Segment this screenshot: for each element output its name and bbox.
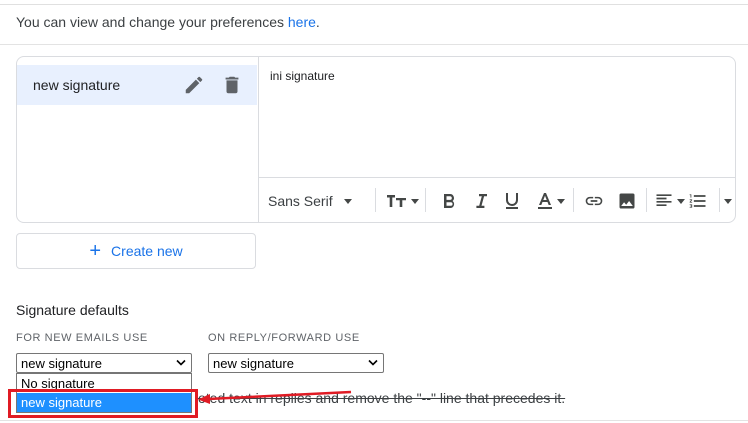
chevron-down-icon xyxy=(368,359,378,366)
more-formatting-button[interactable] xyxy=(724,191,732,211)
link-button[interactable] xyxy=(584,191,604,211)
italic-button[interactable] xyxy=(472,191,490,211)
font-size-icon xyxy=(387,195,406,207)
image-icon xyxy=(619,193,635,209)
text-color-button[interactable] xyxy=(536,191,565,211)
chevron-down-icon xyxy=(176,359,186,366)
reply-forward-select-value: new signature xyxy=(213,355,294,371)
new-emails-label: FOR NEW EMAILS USE xyxy=(16,332,148,344)
preferences-line: You can view and change your preferences… xyxy=(16,14,320,30)
signature-panel: new signature ini signature Sans Serif xyxy=(16,56,736,223)
signature-name: new signature xyxy=(33,77,121,93)
font-family-label: Sans Serif xyxy=(268,193,333,209)
chevron-down-icon xyxy=(677,198,685,204)
chevron-down-icon xyxy=(557,198,565,204)
toolbar-divider xyxy=(425,188,426,212)
list-icon xyxy=(689,194,706,208)
bold-icon xyxy=(444,194,455,208)
preferences-text: You can view and change your preferences xyxy=(16,14,288,30)
signature-defaults-title: Signature defaults xyxy=(16,302,129,318)
create-new-label: Create new xyxy=(111,243,183,259)
signature-list-item[interactable]: new signature xyxy=(17,65,257,105)
annotation-arrow-icon xyxy=(198,390,352,404)
font-family-select[interactable]: Sans Serif xyxy=(268,191,352,211)
delete-icon[interactable] xyxy=(221,74,243,96)
list-button[interactable] xyxy=(688,191,708,211)
reply-forward-label: ON REPLY/FORWARD USE xyxy=(208,332,360,344)
underline-button[interactable] xyxy=(503,191,521,211)
preferences-period: . xyxy=(315,14,320,30)
underline-icon xyxy=(506,193,518,209)
bold-button[interactable] xyxy=(440,191,458,211)
toolbar-divider xyxy=(719,188,720,212)
plus-icon: + xyxy=(89,240,102,262)
formatting-toolbar: Sans Serif xyxy=(258,177,735,222)
reply-forward-select[interactable]: new signature xyxy=(208,353,384,373)
new-emails-select-value: new signature xyxy=(21,355,102,371)
signature-editor-text[interactable]: ini signature xyxy=(270,69,335,83)
create-new-button[interactable]: + Create new xyxy=(16,233,256,269)
chevron-down-icon xyxy=(411,198,419,204)
annotation-highlight-box xyxy=(8,389,198,418)
toolbar-divider xyxy=(646,188,647,212)
top-border xyxy=(0,0,748,5)
font-size-button[interactable] xyxy=(386,191,419,211)
image-button[interactable] xyxy=(617,191,637,211)
edit-icon[interactable] xyxy=(183,74,205,96)
divider xyxy=(0,44,748,45)
chevron-down-icon xyxy=(343,198,352,204)
more-icon xyxy=(724,198,732,204)
align-icon xyxy=(656,194,672,206)
align-button[interactable] xyxy=(654,191,685,211)
toolbar-divider xyxy=(375,188,376,212)
toolbar-divider xyxy=(573,188,574,212)
link-icon xyxy=(585,196,603,206)
signature-list: new signature xyxy=(17,57,259,222)
divider xyxy=(0,420,748,421)
preferences-link[interactable]: here xyxy=(288,14,316,30)
new-emails-select[interactable]: new signature xyxy=(16,353,192,373)
italic-icon xyxy=(476,194,487,208)
text-color-icon xyxy=(538,193,552,209)
